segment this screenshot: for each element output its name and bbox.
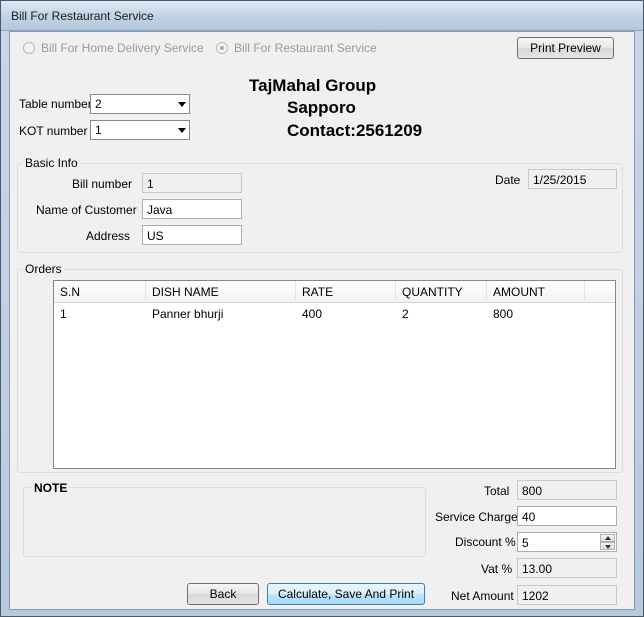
- customer-name-field[interactable]: Java: [142, 199, 242, 219]
- kot-number-label: KOT number: [19, 124, 88, 138]
- table-number-value: 2: [95, 97, 102, 111]
- chevron-down-icon: [178, 128, 186, 133]
- stepper-down-icon[interactable]: [600, 542, 615, 550]
- orders-grid-header: S.N DISH NAME RATE QUANTITY AMOUNT: [54, 281, 615, 303]
- bill-number-field[interactable]: 1: [142, 173, 242, 193]
- column-header-rate[interactable]: RATE: [296, 281, 396, 303]
- table-number-label: Table number: [19, 97, 92, 111]
- net-amount-field[interactable]: 1202: [517, 585, 617, 605]
- note-panel[interactable]: [23, 487, 426, 557]
- cell-amount[interactable]: 800: [487, 304, 585, 324]
- restaurant-city: Sapporo: [287, 98, 356, 117]
- date-field[interactable]: 1/25/2015: [528, 169, 617, 189]
- restaurant-contact: Contact:2561209: [287, 121, 423, 140]
- vat-label: Vat %: [481, 562, 513, 576]
- radio-restaurant-circle: [216, 42, 228, 54]
- address-label: Address: [86, 229, 131, 243]
- calculate-save-print-button[interactable]: Calculate, Save And Print: [267, 583, 425, 605]
- kot-number-value: 1: [95, 123, 102, 137]
- service-charge-field[interactable]: 40: [517, 506, 617, 526]
- kot-number-select[interactable]: 1: [90, 120, 190, 140]
- orders-title: Orders: [23, 262, 64, 276]
- address-field[interactable]: US: [142, 225, 242, 245]
- vat-field[interactable]: 13.00: [517, 558, 617, 578]
- net-amount-label: Net Amount: [451, 589, 514, 603]
- chevron-down-icon: [178, 102, 186, 107]
- date-label: Date: [495, 173, 521, 187]
- table-number-select[interactable]: 2: [90, 94, 190, 114]
- bill-window: Bill For Restaurant Service Bill For Hom…: [0, 0, 644, 617]
- column-header-sn[interactable]: S.N: [54, 281, 146, 303]
- discount-stepper[interactable]: 5: [517, 532, 617, 552]
- stepper-up-icon[interactable]: [600, 534, 615, 542]
- discount-value: 5: [522, 536, 529, 550]
- column-header-amount[interactable]: AMOUNT: [487, 281, 585, 303]
- print-preview-button[interactable]: Print Preview: [517, 37, 614, 59]
- table-row[interactable]: 1 Panner bhurji 400 2 800: [54, 304, 585, 324]
- radio-home-delivery[interactable]: Bill For Home Delivery Service: [23, 41, 204, 55]
- cell-dish-name[interactable]: Panner bhurji: [146, 304, 296, 324]
- bill-number-label: Bill number: [72, 177, 133, 191]
- back-button[interactable]: Back: [187, 583, 259, 605]
- basic-info-title: Basic Info: [23, 156, 80, 170]
- client-area: Bill For Home Delivery Service Bill For …: [9, 31, 635, 610]
- service-charge-label: Service Charge: [435, 510, 518, 524]
- orders-grid[interactable]: S.N DISH NAME RATE QUANTITY AMOUNT 1 Pan…: [53, 280, 616, 469]
- column-header-dish-name[interactable]: DISH NAME: [146, 281, 296, 303]
- radio-home-delivery-label: Bill For Home Delivery Service: [41, 41, 204, 55]
- total-label: Total: [484, 484, 510, 498]
- window-title: Bill For Restaurant Service: [11, 9, 154, 23]
- radio-home-delivery-circle: [23, 42, 35, 54]
- title-bar[interactable]: Bill For Restaurant Service: [1, 1, 643, 31]
- total-field[interactable]: 800: [517, 480, 617, 500]
- cell-quantity[interactable]: 2: [396, 304, 487, 324]
- note-title: NOTE: [32, 481, 70, 495]
- discount-label: Discount %: [455, 535, 516, 549]
- radio-restaurant-label: Bill For Restaurant Service: [234, 41, 377, 55]
- radio-restaurant[interactable]: Bill For Restaurant Service: [216, 41, 377, 55]
- customer-name-label: Name of Customer: [36, 203, 137, 217]
- cell-sn[interactable]: 1: [54, 304, 146, 324]
- column-header-quantity[interactable]: QUANTITY: [396, 281, 487, 303]
- restaurant-name: TajMahal Group: [249, 76, 377, 95]
- column-header-filler: [585, 281, 615, 303]
- cell-rate[interactable]: 400: [296, 304, 396, 324]
